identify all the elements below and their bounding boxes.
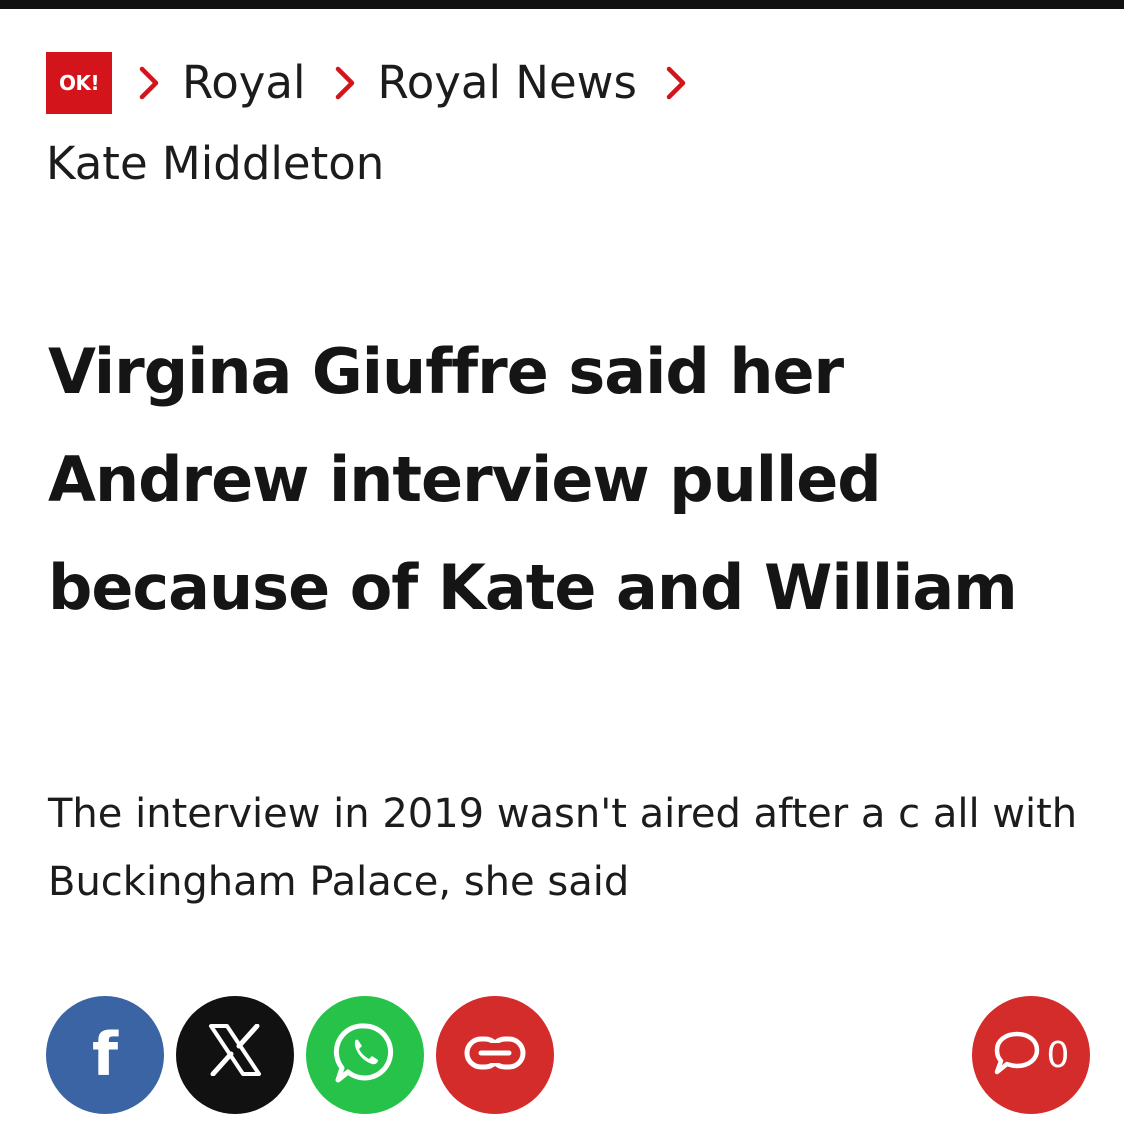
chevron-right-icon xyxy=(661,52,691,114)
share-x-button[interactable] xyxy=(176,996,294,1114)
comment-count: 0 xyxy=(1046,1034,1070,1076)
ok-logo-text: OK! xyxy=(58,71,100,95)
facebook-icon: f xyxy=(91,1020,119,1090)
copy-link-button[interactable] xyxy=(436,996,554,1114)
breadcrumb-kate-middleton[interactable]: Kate Middleton xyxy=(46,136,1062,192)
share-facebook-button[interactable]: f xyxy=(46,996,164,1114)
x-icon xyxy=(207,1023,263,1086)
ok-logo[interactable]: OK! xyxy=(46,52,112,114)
chevron-right-icon xyxy=(330,52,360,114)
share-whatsapp-button[interactable] xyxy=(306,996,424,1114)
whatsapp-icon xyxy=(332,1020,398,1090)
share-buttons: f xyxy=(46,996,566,1114)
comments-button[interactable]: 0 xyxy=(972,996,1090,1114)
top-border xyxy=(0,0,1124,9)
chevron-right-icon xyxy=(134,52,164,114)
breadcrumb-royal-news[interactable]: Royal News xyxy=(378,52,637,114)
article-headline: Virgina Giuffre said her Andrew intervie… xyxy=(48,335,1018,624)
breadcrumb: OK! Royal Royal News Kate Middleton xyxy=(46,52,1086,192)
comment-bubble-icon xyxy=(993,1030,1041,1080)
link-icon xyxy=(463,1033,527,1077)
article-standfirst: The interview in 2019 wasn't aired after… xyxy=(48,791,1078,905)
breadcrumb-royal[interactable]: Royal xyxy=(182,52,306,114)
